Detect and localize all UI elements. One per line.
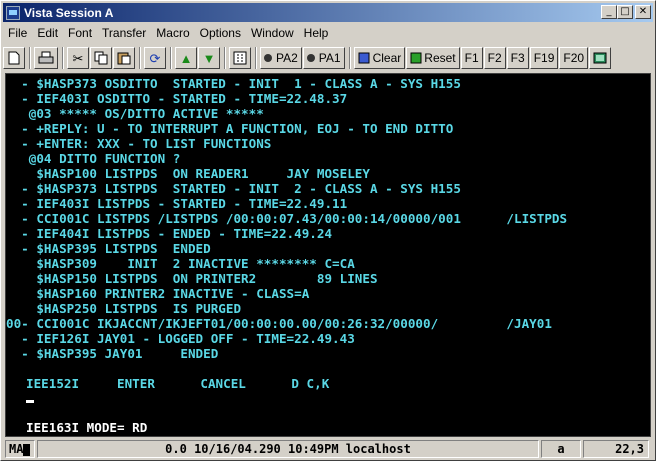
toolbar: ✂ ⟳ ▲ ▼ PA2 PA1 Clear Reset F1 F2 F3 F19 bbox=[3, 45, 653, 71]
new-document-icon bbox=[8, 51, 20, 65]
minimize-button[interactable]: _ bbox=[601, 5, 617, 19]
keyboard-map-button[interactable] bbox=[229, 47, 251, 69]
pa1-button[interactable]: PA1 bbox=[302, 47, 345, 69]
clear-label: Clear bbox=[372, 51, 402, 65]
terminal-line: - IEF403I LISTPDS - STARTED - TIME=22.49… bbox=[6, 196, 348, 211]
terminal-window: Vista Session A _ □ ✕ File Edit Font Tra… bbox=[0, 0, 656, 461]
terminal-line: - IEF403I OSDITTO - STARTED - TIME=22.48… bbox=[6, 91, 348, 106]
f20-button[interactable]: F20 bbox=[559, 47, 589, 69]
terminal-line: - $HASP373 LISTPDS STARTED - INIT 2 - CL… bbox=[6, 181, 461, 196]
page-up-button[interactable]: ▲ bbox=[175, 47, 197, 69]
terminal-line: - $HASP395 LISTPDS ENDED bbox=[6, 241, 211, 256]
menu-transfer[interactable]: Transfer bbox=[97, 24, 151, 42]
terminal-line: - $HASP373 OSDITTO STARTED - INIT 1 - CL… bbox=[6, 76, 461, 91]
terminal-line: 00- CCI001C IKJACCNT/IKJEFT01/00:00:00.0… bbox=[6, 316, 552, 331]
terminal-line: $HASP309 INIT 2 INACTIVE ******** C=CA bbox=[6, 256, 355, 271]
arrow-up-icon: ▲ bbox=[179, 50, 193, 66]
toolbar-separator bbox=[255, 47, 257, 69]
page-down-button[interactable]: ▼ bbox=[198, 47, 220, 69]
menu-file[interactable]: File bbox=[3, 24, 32, 42]
cut-button[interactable]: ✂ bbox=[67, 47, 89, 69]
terminal-app-icon[interactable] bbox=[6, 5, 20, 20]
toolbar-separator bbox=[139, 47, 141, 69]
clear-button[interactable]: Clear bbox=[353, 47, 406, 69]
pa2-button[interactable]: PA2 bbox=[260, 47, 302, 69]
copy-button[interactable] bbox=[90, 47, 112, 69]
terminal-line: $HASP100 LISTPDS ON READER1 JAY MOSELEY bbox=[6, 166, 370, 181]
terminal-line: @04 DITTO FUNCTION ? bbox=[6, 151, 181, 166]
terminal-line: $HASP150 LISTPDS ON PRINTER2 89 LINES bbox=[6, 271, 378, 286]
status-mode: a bbox=[541, 440, 581, 458]
status-bar: MA 0.0 10/16/04.290 10:49PM localhost a … bbox=[3, 439, 653, 459]
status-info: 0.0 10/16/04.290 10:49PM localhost bbox=[37, 440, 539, 458]
terminal-line: $HASP250 LISTPDS IS PURGED bbox=[6, 301, 242, 316]
copy-icon bbox=[94, 51, 108, 65]
pa1-label: PA1 bbox=[318, 51, 341, 65]
menu-options[interactable]: Options bbox=[195, 24, 246, 42]
menu-bar: File Edit Font Transfer Macro Options Wi… bbox=[3, 24, 333, 42]
menu-window[interactable]: Window bbox=[246, 24, 299, 42]
keypad-icon bbox=[233, 51, 247, 65]
monitor-icon bbox=[593, 52, 607, 64]
scissors-icon: ✂ bbox=[72, 50, 84, 66]
terminal-line: - $HASP395 JAY01 ENDED bbox=[6, 346, 219, 361]
f2-button[interactable]: F2 bbox=[483, 47, 506, 69]
new-document-button[interactable] bbox=[3, 47, 25, 69]
menu-macro[interactable]: Macro bbox=[151, 24, 194, 42]
refresh-icon: ⟳ bbox=[149, 50, 161, 66]
toolbar-separator bbox=[62, 47, 64, 69]
screen-button[interactable] bbox=[589, 47, 612, 69]
printer-icon bbox=[38, 51, 54, 64]
f3-button[interactable]: F3 bbox=[506, 47, 529, 69]
terminal-line: - +ENTER: XXX - TO LIST FUNCTIONS bbox=[6, 136, 272, 151]
clear-icon bbox=[358, 52, 370, 64]
paste-button[interactable] bbox=[113, 47, 135, 69]
input-cursor[interactable] bbox=[26, 400, 34, 403]
refresh-button[interactable]: ⟳ bbox=[144, 47, 166, 69]
pa1-dot-icon bbox=[306, 54, 315, 62]
reset-label: Reset bbox=[424, 51, 456, 65]
menu-help[interactable]: Help bbox=[299, 24, 334, 42]
pf-key-line: IEE152I ENTER CANCEL D C,K bbox=[26, 376, 330, 391]
status-block-icon bbox=[23, 443, 31, 456]
cursor-position: 22,3 bbox=[583, 440, 649, 458]
pa2-dot-icon bbox=[264, 54, 272, 62]
menu-edit[interactable]: Edit bbox=[32, 24, 63, 42]
terminal-line: - IEF126I JAY01 - LOGGED OFF - TIME=22.4… bbox=[6, 331, 355, 346]
toolbar-separator bbox=[348, 47, 351, 69]
arrow-down-icon: ▼ bbox=[202, 50, 216, 66]
terminal-screen[interactable]: - $HASP373 OSDITTO STARTED - INIT 1 - CL… bbox=[5, 73, 651, 437]
title-bar[interactable]: Vista Session A _ □ ✕ bbox=[3, 3, 653, 22]
status-indicator-label: MA bbox=[9, 442, 24, 456]
menu-font[interactable]: Font bbox=[63, 24, 97, 42]
f1-button[interactable]: F1 bbox=[460, 47, 483, 69]
window-title: Vista Session A bbox=[24, 5, 114, 20]
reset-button[interactable]: Reset bbox=[406, 47, 460, 69]
close-button[interactable]: ✕ bbox=[635, 5, 651, 19]
terminal-line: - +REPLY: U - TO INTERRUPT A FUNCTION, E… bbox=[6, 121, 454, 136]
terminal-line: - CCI001C LISTPDS /LISTPDS /00:00:07.43/… bbox=[6, 211, 568, 226]
mode-line: IEE163I MODE= RD bbox=[26, 420, 148, 435]
toolbar-separator bbox=[29, 47, 31, 69]
clipboard-icon bbox=[117, 52, 131, 65]
terminal-line: @03 ***** OS/DITTO ACTIVE ***** bbox=[6, 106, 264, 121]
print-button[interactable] bbox=[34, 47, 58, 69]
toolbar-separator bbox=[224, 47, 226, 69]
f19-button[interactable]: F19 bbox=[529, 47, 559, 69]
status-indicator: MA bbox=[5, 440, 35, 458]
window-controls: _ □ ✕ bbox=[601, 5, 651, 19]
terminal-line: $HASP160 PRINTER2 INACTIVE - CLASS=A bbox=[6, 286, 310, 301]
toolbar-separator bbox=[170, 47, 172, 69]
reset-icon bbox=[410, 52, 422, 64]
pa2-label: PA2 bbox=[276, 51, 298, 65]
maximize-button[interactable]: □ bbox=[617, 5, 633, 19]
terminal-line: - IEF404I LISTPDS - ENDED - TIME=22.49.2… bbox=[6, 226, 333, 241]
